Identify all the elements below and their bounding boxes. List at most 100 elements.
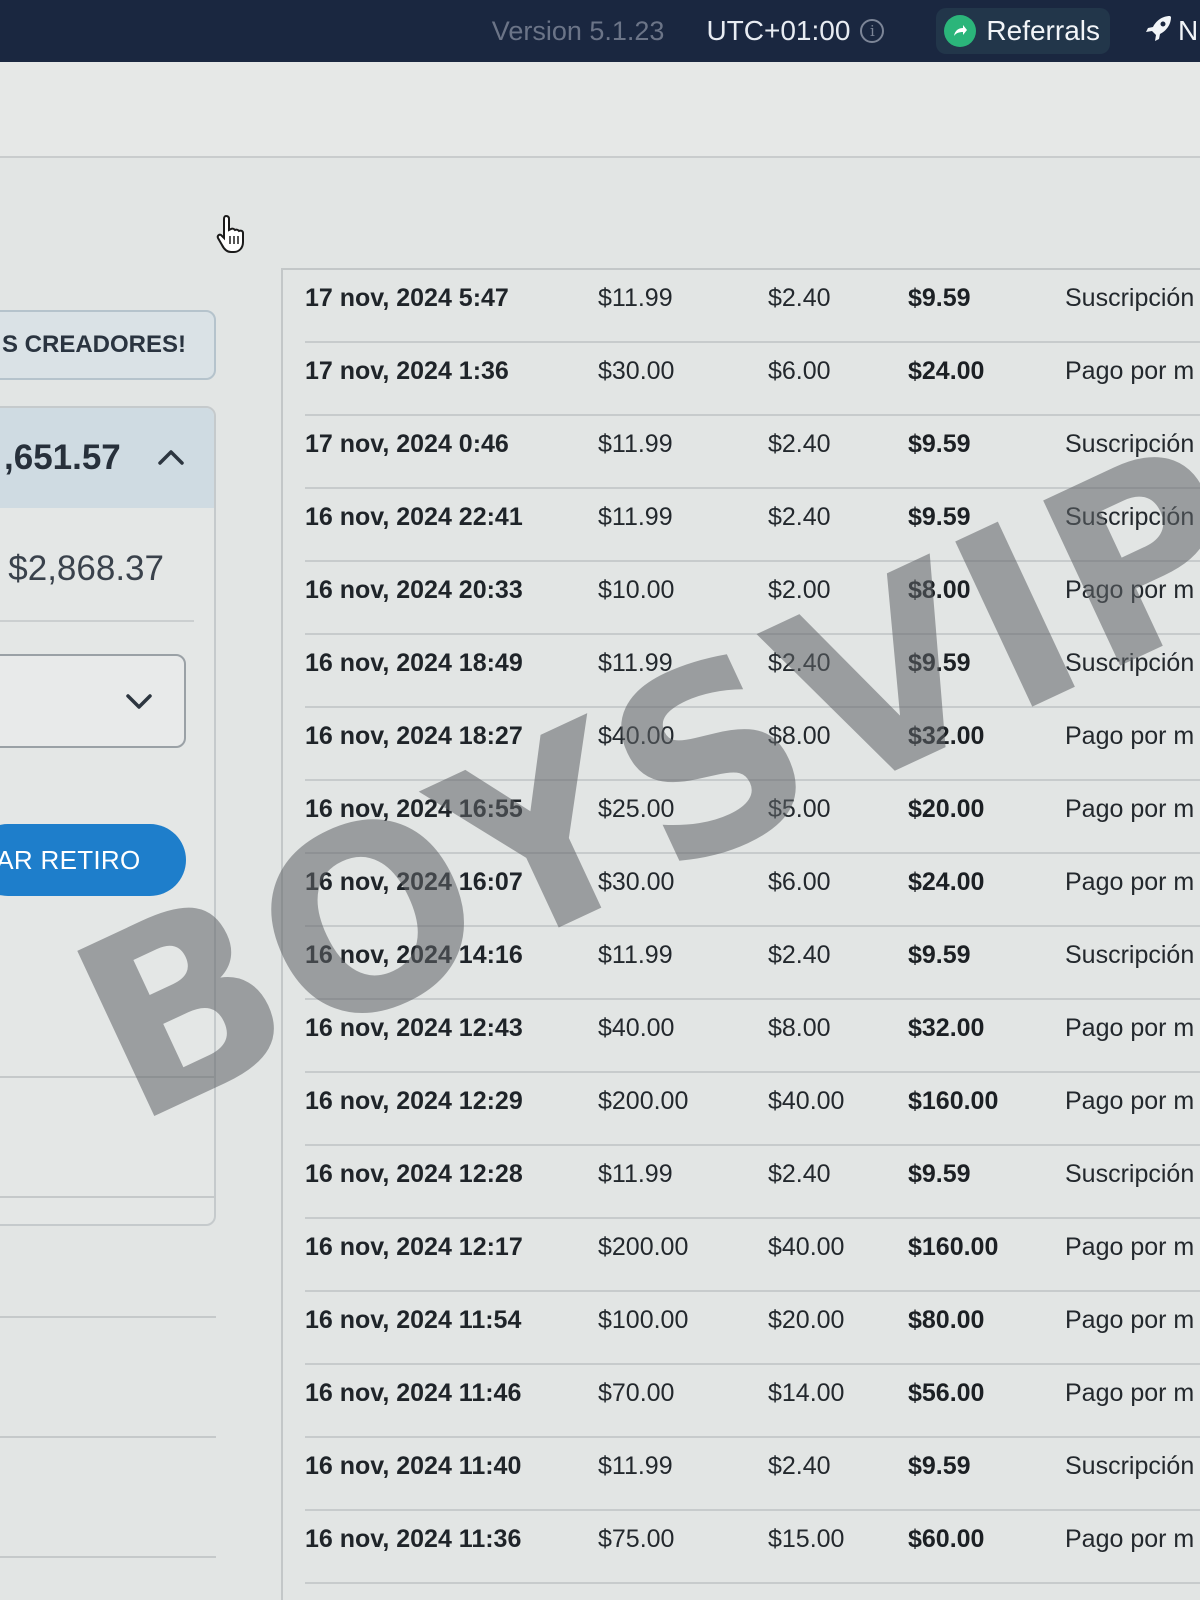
table-row[interactable]: 16 nov, 2024 20:33 $10.00 $2.00 $8.00 Pago p…	[305, 562, 1200, 635]
divider	[0, 1556, 216, 1558]
transaction-gross: $10.00	[598, 576, 675, 604]
transaction-date: 16 nov, 2024 11:36	[305, 1525, 522, 1553]
transaction-type: Pago por m	[1065, 1525, 1195, 1553]
transaction-fee: $6.00	[768, 357, 831, 385]
transaction-type: Pago por m	[1065, 1306, 1195, 1334]
transaction-gross: $200.00	[598, 1233, 689, 1261]
transaction-net: $9.59	[908, 1160, 971, 1188]
transaction-date: 16 nov, 2024 14:16	[305, 941, 523, 969]
transaction-gross: $11.99	[598, 1160, 673, 1188]
transaction-type: Pago por m	[1065, 1379, 1195, 1407]
transaction-net: $160.00	[908, 1233, 999, 1261]
transaction-type: Pago por m	[1065, 1087, 1195, 1115]
top-bar: Version 5.1.23 UTC+01:00 i Referrals N	[0, 0, 1200, 62]
transaction-type: Suscripción	[1065, 430, 1195, 458]
transaction-type: Suscripción	[1065, 1452, 1195, 1480]
transaction-net: $9.59	[908, 503, 971, 531]
transaction-net: $9.59	[908, 941, 971, 969]
table-row[interactable]: 17 nov, 2024 5:47 $11.99 $2.40 $9.59 Suscrip…	[305, 270, 1200, 343]
transaction-net: $32.00	[908, 1014, 985, 1042]
transaction-date: 16 nov, 2024 12:29	[305, 1087, 523, 1115]
transaction-gross: $11.99	[598, 941, 673, 969]
transaction-gross: $30.00	[598, 868, 675, 896]
transaction-date: 16 nov, 2024 11:54	[305, 1306, 522, 1334]
transaction-gross: $11.99	[598, 649, 673, 677]
table-row[interactable]: 16 nov, 2024 16:07 $30.00 $6.00 $24.00 Pago …	[305, 854, 1200, 927]
referrals-label: Referrals	[986, 15, 1100, 46]
transaction-fee: $8.00	[768, 1014, 831, 1042]
transaction-fee: $8.00	[768, 722, 831, 750]
page-header-area	[0, 62, 1200, 158]
transaction-date: 16 nov, 2024 20:33	[305, 576, 523, 604]
transaction-gross: $30.00	[598, 357, 675, 385]
transaction-gross: $40.00	[598, 722, 675, 750]
table-row[interactable]: 16 nov, 2024 14:16 $11.99 $2.40 $9.59 Suscri…	[305, 927, 1200, 1000]
transaction-gross: $40.00	[598, 1014, 675, 1042]
table-row[interactable]: 16 nov, 2024 18:49 $11.99 $2.40 $9.59 Suscri…	[305, 635, 1200, 708]
transaction-type: Pago por m	[1065, 795, 1195, 823]
transaction-type: Pago por m	[1065, 868, 1195, 896]
transaction-gross: $11.99	[598, 1452, 673, 1480]
transaction-date: 16 nov, 2024 11:46	[305, 1379, 522, 1407]
transaction-net: $9.59	[908, 284, 971, 312]
table-row[interactable]: 16 nov, 2024 22:41 $11.99 $2.40 $9.59 Suscri…	[305, 489, 1200, 562]
transaction-fee: $20.00	[768, 1306, 845, 1334]
balance-card: ,651.57 $2,868.37 TAR RETIRO	[0, 406, 216, 1226]
info-icon[interactable]: i	[860, 19, 885, 43]
table-row[interactable]: 16 nov, 2024 16:55 $25.00 $5.00 $20.00 Pago …	[305, 781, 1200, 854]
transaction-fee: $5.00	[768, 795, 831, 823]
request-withdrawal-button[interactable]: TAR RETIRO	[0, 824, 186, 896]
transaction-type: Pago por m	[1065, 576, 1195, 604]
transaction-gross: $70.00	[598, 1379, 675, 1407]
transaction-net: $32.00	[908, 722, 985, 750]
transaction-fee: $2.40	[768, 1160, 831, 1188]
transaction-fee: $2.00	[768, 576, 831, 604]
chevron-down-icon	[126, 694, 152, 709]
transaction-type: Suscripción	[1065, 1160, 1195, 1188]
transaction-date: 16 nov, 2024 16:55	[305, 795, 523, 823]
transaction-type: Pago por m	[1065, 357, 1195, 385]
transaction-net: $60.00	[908, 1525, 985, 1553]
rocket-nav-item[interactable]: N	[1140, 13, 1200, 50]
referrals-button[interactable]: Referrals	[936, 8, 1110, 54]
transaction-net: $80.00	[908, 1306, 985, 1334]
transaction-date: 16 nov, 2024 22:41	[305, 503, 523, 531]
table-row[interactable]: 16 nov, 2024 11:54 $100.00 $20.00 $80.00 Pag…	[305, 1292, 1200, 1365]
table-row[interactable]: 16 nov, 2024 12:29 $200.00 $40.00 $160.00 Pa…	[305, 1073, 1200, 1146]
transaction-date: 16 nov, 2024 18:49	[305, 649, 523, 677]
table-row[interactable]: 16 nov, 2024 12:43 $40.00 $8.00 $32.00 Pago …	[305, 1000, 1200, 1073]
transaction-gross: $75.00	[598, 1525, 675, 1553]
transaction-date: 17 nov, 2024 1:36	[305, 357, 509, 385]
balance-header[interactable]: ,651.57	[0, 408, 214, 508]
transaction-net: $160.00	[908, 1087, 999, 1115]
table-row[interactable]: 16 nov, 2024 11:46 $70.00 $14.00 $56.00 Pago…	[305, 1365, 1200, 1438]
transaction-net: $24.00	[908, 357, 985, 385]
table-row[interactable]: 16 nov, 2024 11:40 $11.99 $2.40 $9.59 Suscri…	[305, 1438, 1200, 1511]
table-row[interactable]: 17 nov, 2024 0:46 $11.99 $2.40 $9.59 Suscrip…	[305, 416, 1200, 489]
transaction-date: 17 nov, 2024 5:47	[305, 284, 509, 312]
transaction-net: $56.00	[908, 1379, 985, 1407]
table-row[interactable]: 16 nov, 2024 11:36 $75.00 $15.00 $60.00 Pago…	[305, 1511, 1200, 1584]
transaction-type: Suscripción	[1065, 503, 1195, 531]
table-row[interactable]: 16 nov, 2024 12:28 $11.99 $2.40 $9.59 Suscri…	[305, 1146, 1200, 1219]
table-row[interactable]: 16 nov, 2024 18:27 $40.00 $8.00 $32.00 Pago …	[305, 708, 1200, 781]
divider	[0, 1316, 216, 1318]
hand-cursor-icon	[216, 214, 244, 253]
payout-method-select[interactable]	[0, 654, 186, 748]
transaction-gross: $100.00	[598, 1306, 689, 1334]
transaction-date: 16 nov, 2024 12:17	[305, 1233, 523, 1261]
transaction-fee: $6.00	[768, 868, 831, 896]
table-row[interactable]: 17 nov, 2024 1:36 $30.00 $6.00 $24.00 Pago p…	[305, 343, 1200, 416]
transaction-type: Suscripción	[1065, 284, 1195, 312]
chevron-up-icon[interactable]	[156, 443, 186, 473]
divider	[0, 1436, 216, 1438]
transaction-type: Suscripción	[1065, 649, 1195, 677]
transaction-type: Pago por m	[1065, 722, 1195, 750]
transaction-date: 16 nov, 2024 12:43	[305, 1014, 523, 1042]
creators-promo-button[interactable]: S CREADORES!	[0, 310, 216, 380]
timezone-label[interactable]: UTC+01:00 i	[706, 15, 885, 47]
transaction-fee: $2.40	[768, 649, 831, 677]
table-row[interactable]: 16 nov, 2024 12:17 $200.00 $40.00 $160.00 Pa…	[305, 1219, 1200, 1292]
next-nav-label: N	[1178, 15, 1199, 46]
transaction-gross: $25.00	[598, 795, 675, 823]
